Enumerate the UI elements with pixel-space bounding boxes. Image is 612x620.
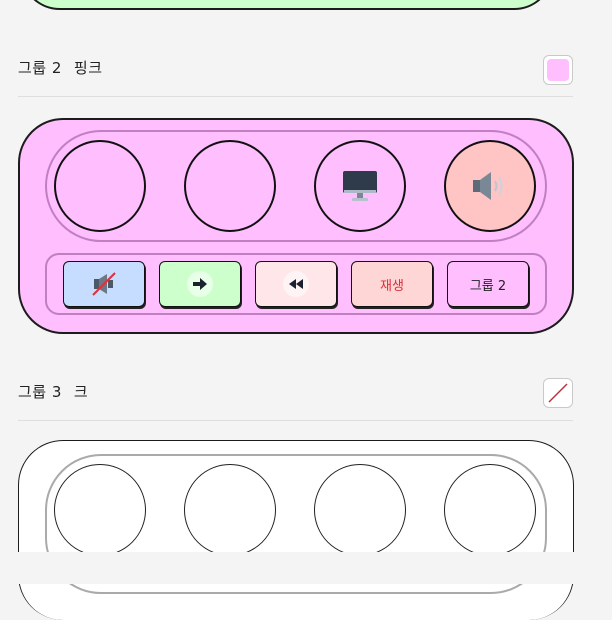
- group2-pad-3[interactable]: [314, 140, 406, 232]
- next-button[interactable]: [159, 261, 241, 307]
- group3-header: 그룹 3 크: [18, 382, 88, 402]
- group2-swatch-fill: [547, 59, 569, 81]
- speaker-icon: [473, 172, 503, 200]
- group2-pad-2[interactable]: [184, 140, 276, 232]
- group2-color-swatch[interactable]: [543, 55, 573, 85]
- page-bottom-band: [0, 552, 612, 584]
- mute-icon: [92, 272, 116, 296]
- group-select-button[interactable]: 그룹 2: [447, 261, 529, 307]
- group3-title: 그룹 3: [18, 383, 62, 401]
- no-color-icon: [547, 382, 569, 404]
- rewind-button[interactable]: [255, 261, 337, 307]
- play-button[interactable]: 재생: [351, 261, 433, 307]
- group2-pad-1[interactable]: [54, 140, 146, 232]
- group3-pad-1[interactable]: [54, 464, 146, 556]
- rewind-icon-box: [283, 271, 309, 297]
- group3-color-swatch[interactable]: [543, 378, 573, 408]
- group3-pad-4[interactable]: [444, 464, 536, 556]
- previous-group-panel: [20, 0, 554, 10]
- group3-pad-2[interactable]: [184, 464, 276, 556]
- group2-pad-4[interactable]: [444, 140, 536, 232]
- group2-title: 그룹 2: [18, 59, 62, 77]
- group3-color-name: 크: [73, 383, 89, 401]
- arrow-right-icon: [193, 278, 207, 290]
- rewind-icon: [289, 279, 303, 289]
- group3-divider: [18, 420, 573, 421]
- group2-color-name: 핑크: [73, 59, 103, 77]
- group2-divider: [18, 96, 573, 97]
- mute-button[interactable]: [63, 261, 145, 307]
- next-icon-box: [187, 271, 213, 297]
- group3-pad-3[interactable]: [314, 464, 406, 556]
- group2-header: 그룹 2 핑크: [18, 58, 103, 78]
- monitor-icon: [343, 171, 377, 201]
